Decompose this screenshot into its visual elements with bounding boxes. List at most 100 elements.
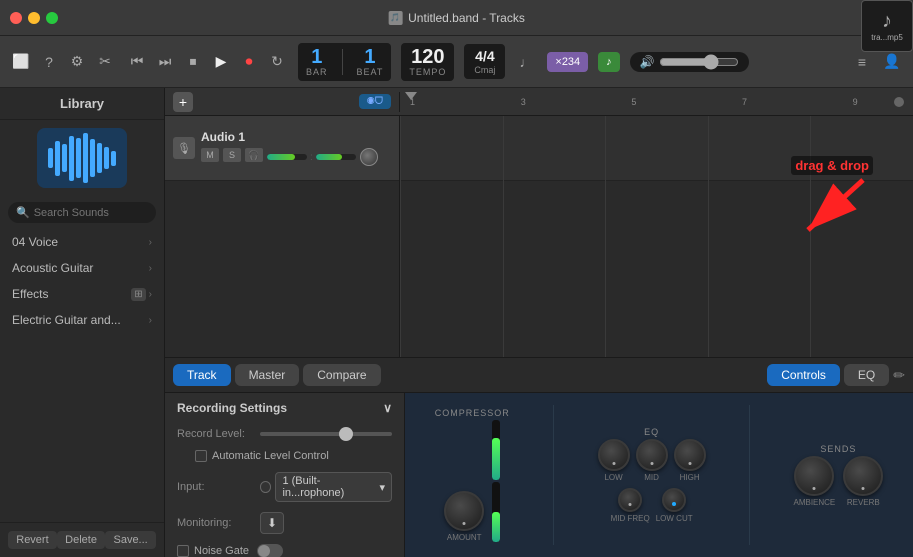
tab-eq[interactable]: EQ bbox=[844, 364, 889, 386]
knob-indicator bbox=[463, 522, 466, 525]
revert-button[interactable]: Revert bbox=[8, 531, 56, 549]
record-level-thumb[interactable] bbox=[339, 427, 353, 441]
record-mode-button[interactable]: ◉ᗜ bbox=[359, 94, 391, 109]
record-button[interactable]: ⏺ bbox=[238, 51, 260, 73]
track-name[interactable]: Audio 1 bbox=[201, 130, 391, 144]
track-controls-panel: 🎙 Audio 1 M S 🎧 bbox=[165, 116, 400, 357]
close-button[interactable] bbox=[10, 12, 22, 24]
recording-settings-header[interactable]: Recording Settings ∨ bbox=[165, 393, 404, 423]
eq-mid-circle[interactable] bbox=[636, 439, 668, 471]
delete-button[interactable]: Delete bbox=[57, 531, 105, 549]
sidebar-item-acoustic-guitar[interactable]: Acoustic Guitar › bbox=[0, 255, 164, 281]
noise-gate-toggle[interactable] bbox=[257, 544, 283, 557]
tune-icon[interactable]: ♩ bbox=[515, 51, 537, 73]
sends-section: SENDS AMBIENCE bbox=[793, 444, 883, 507]
eq-lowcut-circle[interactable] bbox=[662, 488, 686, 512]
eq-low-knob[interactable]: LOW bbox=[598, 439, 630, 482]
collapse-icon: ∨ bbox=[383, 401, 392, 415]
volume-range-input[interactable] bbox=[659, 54, 739, 70]
bpm-display[interactable]: 120 TEMPO bbox=[401, 43, 454, 81]
bpm-label: TEMPO bbox=[409, 67, 446, 77]
eq-high-label: HIGH bbox=[680, 473, 700, 482]
level-separator: : bbox=[310, 152, 313, 163]
eq-high-circle[interactable] bbox=[674, 439, 706, 471]
grid-line bbox=[605, 116, 708, 357]
input-selector: 1 (Built-in...rophone) ▾ bbox=[260, 472, 392, 502]
eq-knobs-row: LOW MID bbox=[598, 439, 706, 482]
rewind-button[interactable]: ⏮ bbox=[126, 51, 148, 73]
search-input[interactable] bbox=[34, 207, 148, 219]
tab-track[interactable]: Track bbox=[173, 364, 231, 386]
eq-lowcut-knob[interactable]: LOW CUT bbox=[656, 488, 693, 523]
sends-ambience-knob[interactable]: AMBIENCE bbox=[793, 456, 835, 507]
tab-controls[interactable]: Controls bbox=[767, 364, 840, 386]
file-thumbnail[interactable]: ♪ tra...mp5 bbox=[861, 0, 913, 52]
input-row: Input: 1 (Built-in...rophone) ▾ bbox=[165, 467, 404, 507]
sends-knobs-row: AMBIENCE REVERB bbox=[793, 456, 883, 507]
eq-midfreq-circle[interactable] bbox=[618, 488, 642, 512]
metronome-button[interactable]: ♪ bbox=[598, 52, 620, 72]
solo-button[interactable]: S bbox=[223, 148, 241, 162]
bar-display[interactable]: 1 BAR bbox=[306, 47, 328, 77]
stop-button[interactable]: ⏹ bbox=[182, 51, 204, 73]
compressor-meters bbox=[492, 420, 500, 542]
add-track-button[interactable]: + bbox=[173, 92, 193, 112]
record-level-slider[interactable] bbox=[260, 432, 392, 436]
mute-button[interactable]: M bbox=[201, 148, 219, 162]
headphone-button[interactable]: 🎧 bbox=[245, 148, 263, 162]
fullscreen-button[interactable] bbox=[46, 12, 58, 24]
eq-high-knob[interactable]: HIGH bbox=[674, 439, 706, 482]
sidebar-item-voice[interactable]: 04 Voice › bbox=[0, 229, 164, 255]
eq-midfreq-knob[interactable]: MID FREQ bbox=[611, 488, 650, 523]
compressor-amount-knob[interactable]: AMOUNT bbox=[444, 491, 484, 542]
minimize-button[interactable] bbox=[28, 12, 40, 24]
list-view-icon[interactable]: ≡ bbox=[851, 51, 873, 73]
beat-display[interactable]: 1 BEAT bbox=[357, 47, 384, 77]
recording-settings-label: Recording Settings bbox=[177, 401, 287, 415]
sends-ambience-circle[interactable] bbox=[794, 456, 834, 496]
compressor-knob-circle[interactable] bbox=[444, 491, 484, 531]
help-icon[interactable]: ? bbox=[38, 51, 60, 73]
eq-mid-knob[interactable]: MID bbox=[636, 439, 668, 482]
input-dropdown[interactable]: 1 (Built-in...rophone) ▾ bbox=[275, 472, 392, 502]
play-button[interactable]: ▶ bbox=[210, 51, 232, 73]
auto-level-text: Automatic Level Control bbox=[212, 450, 329, 462]
sidebar-item-effects[interactable]: Effects ⊞ › bbox=[0, 281, 164, 307]
key-display[interactable]: 4/4 Cmaj bbox=[464, 44, 505, 79]
save-button[interactable]: Save... bbox=[105, 531, 155, 549]
search-box[interactable]: 🔍 bbox=[8, 202, 156, 223]
comp-meter-2 bbox=[492, 482, 500, 542]
sends-reverb-knob[interactable]: REVERB bbox=[843, 456, 883, 507]
scissors-icon[interactable]: ✂ bbox=[94, 51, 116, 73]
sends-reverb-circle[interactable] bbox=[843, 456, 883, 496]
edit-icon[interactable]: ✏ bbox=[893, 367, 905, 384]
bottom-tabs-right: Controls EQ ✏ bbox=[767, 364, 905, 386]
count-in-button[interactable]: ×234 bbox=[547, 52, 588, 72]
auto-level-checkbox[interactable] bbox=[195, 450, 207, 462]
track-type-icon: 🎙 bbox=[173, 137, 195, 159]
user-icon[interactable]: 👤 bbox=[881, 51, 903, 73]
tab-compare[interactable]: Compare bbox=[303, 364, 380, 386]
auto-level-label[interactable]: Automatic Level Control bbox=[195, 450, 329, 462]
noise-gate-label[interactable]: Noise Gate bbox=[177, 545, 249, 557]
eq-low-circle[interactable] bbox=[598, 439, 630, 471]
monitoring-button[interactable]: ⬇ bbox=[260, 512, 284, 534]
sidebar-item-electric-guitar[interactable]: Electric Guitar and... › bbox=[0, 307, 164, 333]
library-icon[interactable]: ⬜ bbox=[10, 51, 32, 73]
fast-forward-button[interactable]: ⏭ bbox=[154, 51, 176, 73]
record-level-row: Record Level: bbox=[165, 423, 404, 445]
tracks-timeline[interactable]: drag & drop bbox=[400, 116, 913, 357]
cycle-button[interactable]: ↻ bbox=[266, 51, 288, 73]
toolbar-right: ≡ 👤 bbox=[851, 51, 903, 73]
master-volume-slider[interactable]: 🔊 bbox=[630, 52, 749, 72]
level-fill bbox=[267, 154, 295, 160]
sidebar-item-right: ⊞ › bbox=[131, 288, 152, 301]
eq-mid-label: MID bbox=[644, 473, 659, 482]
waveform-display bbox=[48, 133, 116, 183]
eq-midfreq-label: MID FREQ bbox=[611, 514, 650, 523]
input-radio[interactable] bbox=[260, 481, 271, 493]
noise-gate-checkbox[interactable] bbox=[177, 545, 189, 557]
tab-master[interactable]: Master bbox=[235, 364, 300, 386]
settings-icon[interactable]: ⚙ bbox=[66, 51, 88, 73]
pan-knob[interactable] bbox=[360, 148, 378, 166]
